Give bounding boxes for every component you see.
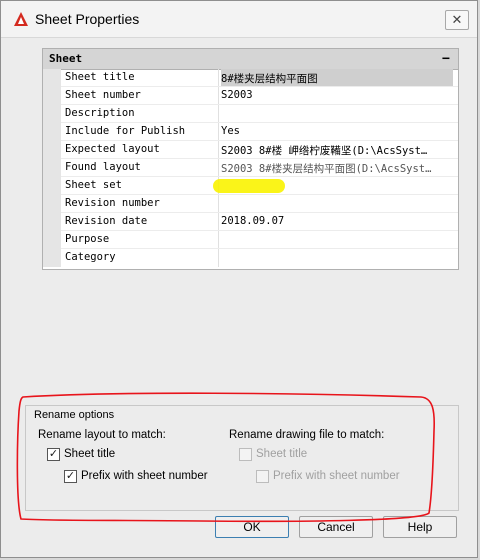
row-gutter xyxy=(43,195,61,213)
property-row-expected-layout[interactable]: Expected layout S2003 8#楼 岬绺柠废鞴坚(D:\AcsS… xyxy=(43,141,458,159)
help-button[interactable]: Help xyxy=(383,516,457,538)
collapse-icon[interactable]: − xyxy=(442,50,450,66)
row-gutter xyxy=(43,231,61,249)
property-row-description[interactable]: Description xyxy=(43,105,458,123)
property-name: Description xyxy=(65,107,135,119)
property-row-category[interactable]: Category xyxy=(43,249,458,267)
autocad-icon xyxy=(14,12,28,26)
file-prefix-label: Prefix with sheet number xyxy=(273,470,400,482)
column-divider xyxy=(218,141,219,159)
property-value[interactable]: Yes xyxy=(221,125,453,137)
property-value[interactable]: 2018.09.07 xyxy=(221,215,453,227)
layout-prefix-label[interactable]: Prefix with sheet number xyxy=(81,470,208,482)
row-gutter xyxy=(43,177,61,195)
rename-layout-heading: Rename layout to match: xyxy=(38,429,166,441)
property-row-found-layout[interactable]: Found layout S2003 8#楼夹层结构平面图(D:\AcsSyst… xyxy=(43,159,458,177)
rename-file-heading: Rename drawing file to match: xyxy=(229,429,385,441)
category-header[interactable]: Sheet − xyxy=(43,49,458,70)
property-name: Sheet set xyxy=(65,179,122,191)
property-value[interactable]: S2003 xyxy=(221,89,453,101)
property-row-sheet-number[interactable]: Sheet number S2003 xyxy=(43,87,458,105)
row-gutter xyxy=(43,105,61,123)
property-row-revision-number[interactable]: Revision number xyxy=(43,195,458,213)
file-prefix-checkbox xyxy=(256,470,269,483)
layout-prefix-checkbox[interactable]: ✓ xyxy=(64,470,77,483)
title-bar: Sheet Properties ✕ xyxy=(1,1,477,38)
row-gutter xyxy=(43,69,61,87)
column-divider xyxy=(218,231,219,249)
property-row-sheet-title[interactable]: Sheet title 8#楼夹层结构平面图 xyxy=(43,69,458,87)
property-name: Expected layout xyxy=(65,143,160,155)
file-sheet-title-checkbox xyxy=(239,448,252,461)
yellow-highlight-mark xyxy=(213,179,285,193)
property-name: Purpose xyxy=(65,233,110,245)
property-name: Sheet number xyxy=(65,89,141,101)
property-name: Category xyxy=(65,251,116,263)
property-name: Revision date xyxy=(65,215,148,227)
property-name: Include for Publish xyxy=(65,125,186,137)
row-gutter xyxy=(43,159,61,177)
ok-button[interactable]: OK xyxy=(215,516,289,538)
property-name: Found layout xyxy=(65,161,141,173)
row-gutter xyxy=(43,123,61,141)
row-gutter xyxy=(43,213,61,231)
column-divider xyxy=(218,105,219,123)
layout-sheet-title-checkbox[interactable]: ✓ xyxy=(47,448,60,461)
property-name: Revision number xyxy=(65,197,160,209)
sheet-properties-dialog: Sheet Properties ✕ Sheet − Sheet title 8… xyxy=(0,0,478,558)
property-value[interactable]: S2003 8#楼 岬绺柠废鞴坚(D:\AcsSyst… xyxy=(221,143,453,158)
property-value: S2003 8#楼夹层结构平面图(D:\AcsSyst… xyxy=(221,163,432,175)
file-sheet-title-label: Sheet title xyxy=(256,448,308,460)
column-divider xyxy=(218,87,219,105)
row-gutter xyxy=(43,141,61,159)
rename-options-title: Rename options xyxy=(34,409,115,421)
column-divider xyxy=(218,159,219,177)
property-row-purpose[interactable]: Purpose xyxy=(43,231,458,249)
column-divider xyxy=(218,195,219,213)
property-row-include-for-publish[interactable]: Include for Publish Yes xyxy=(43,123,458,141)
row-gutter xyxy=(43,249,61,267)
column-divider xyxy=(218,249,219,267)
dialog-title: Sheet Properties xyxy=(35,11,140,27)
column-divider xyxy=(218,69,219,87)
property-value[interactable]: 8#楼夹层结构平面图 xyxy=(221,69,453,87)
property-name: Sheet title xyxy=(65,71,135,83)
row-gutter xyxy=(43,87,61,105)
category-label: Sheet xyxy=(49,52,83,65)
property-row-revision-date[interactable]: Revision date 2018.09.07 xyxy=(43,213,458,231)
column-divider xyxy=(218,213,219,231)
cancel-button[interactable]: Cancel xyxy=(299,516,373,538)
column-divider xyxy=(218,123,219,141)
close-button[interactable]: ✕ xyxy=(445,10,469,30)
layout-sheet-title-label[interactable]: Sheet title xyxy=(64,448,115,460)
properties-grid: Sheet − Sheet title 8#楼夹层结构平面图 Sheet num… xyxy=(42,48,459,270)
